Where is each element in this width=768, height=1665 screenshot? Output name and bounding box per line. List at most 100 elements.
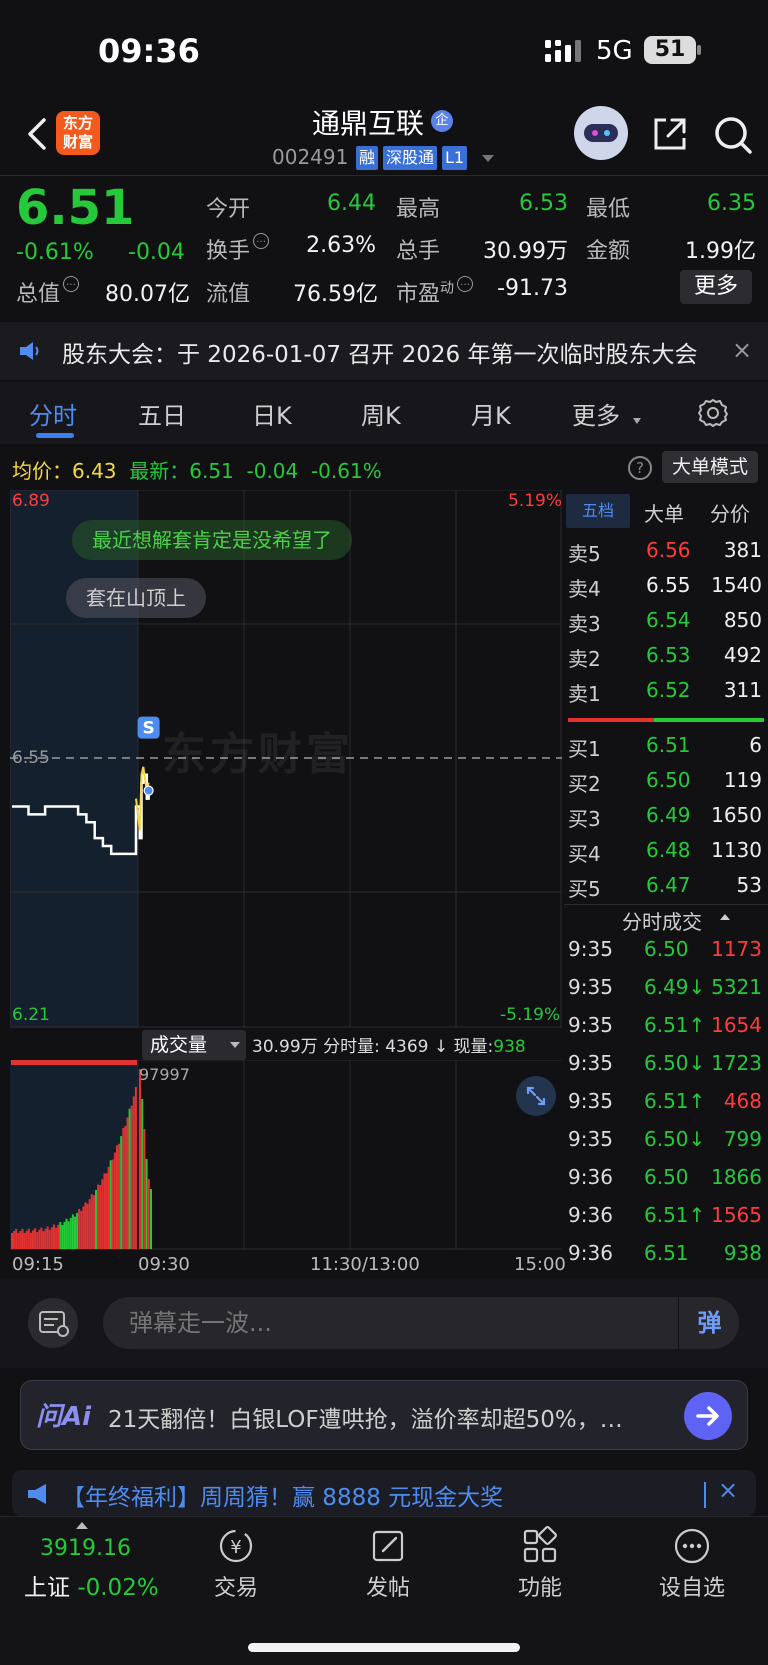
volume-bar — [17, 1233, 20, 1249]
danmaku-send-button[interactable]: 弹 — [678, 1297, 740, 1349]
help-icon[interactable]: ? — [628, 456, 652, 480]
battery-cap — [697, 45, 701, 55]
bid-volume: 53 — [736, 873, 762, 897]
caret-icon — [633, 418, 641, 424]
volume-value: 30.99万 — [483, 239, 568, 264]
volume-bar — [23, 1232, 26, 1249]
more-dots-icon[interactable] — [672, 1526, 712, 1566]
buy-ratio-bar — [654, 718, 764, 722]
ai-headline[interactable]: 21天翻倍！白银LOF遭哄抢，溢价率却超50%，… — [108, 1400, 668, 1434]
back-arrow-icon[interactable] — [22, 112, 52, 156]
trade-icon[interactable]: ¥ — [216, 1526, 256, 1566]
volume-bar — [46, 1226, 49, 1249]
change-amount: -0.04 — [128, 240, 185, 265]
tab-five-day[interactable]: 五日 — [138, 396, 186, 431]
nav-trade[interactable]: 交易 — [196, 1570, 276, 1602]
ticks-title[interactable]: 分时成交 — [622, 906, 702, 935]
pe-sup: 动 — [440, 280, 455, 297]
promo-text[interactable]: 【年终福利】周周猜！赢 8888 元现金大奖 — [62, 1478, 503, 1512]
tab-monthly-k[interactable]: 月K — [471, 396, 511, 431]
close-icon[interactable]: × — [718, 1476, 738, 1504]
open-value: 6.44 — [327, 191, 376, 216]
tick-time: 9:35 — [568, 1051, 613, 1075]
info-icon[interactable]: … — [63, 276, 80, 292]
danmaku-input[interactable] — [103, 1297, 739, 1349]
bid-label: 买2 — [568, 772, 601, 796]
current-price: 6.51 — [16, 180, 135, 236]
tab-more[interactable]: 更多 — [572, 396, 620, 431]
functions-grid-icon[interactable] — [520, 1526, 560, 1566]
volume-bar — [42, 1231, 45, 1249]
volume-bar — [76, 1212, 79, 1249]
tick-volume: 1173 — [711, 937, 762, 961]
more-button[interactable]: 更多 — [680, 270, 752, 304]
ask-label: 卖4 — [568, 577, 601, 601]
volume-bar — [50, 1227, 53, 1249]
tab-weekly-k[interactable]: 周K — [361, 396, 401, 431]
info-icon[interactable]: … — [457, 276, 474, 292]
volume-chart[interactable]: 97997 — [10, 1060, 562, 1250]
ask-volume: 1540 — [711, 573, 762, 597]
low-label: 最低 — [586, 197, 631, 222]
float-cap-label: 流值 — [206, 282, 251, 307]
volume-bar — [11, 1233, 13, 1249]
promo-divider — [704, 1482, 706, 1508]
y-axis-top: 6.89 — [12, 491, 50, 511]
search-icon[interactable] — [712, 114, 754, 156]
tick-time: 9:36 — [568, 1203, 613, 1227]
index-ticker[interactable]: 上证 -0.02% — [24, 1568, 159, 1602]
tick-row: 9:35 6.50↓ 799 — [568, 1123, 764, 1161]
expand-icon — [526, 1086, 546, 1106]
arrow-right-button[interactable] — [684, 1392, 732, 1440]
stock-name[interactable]: 通鼎互联 — [312, 102, 424, 142]
nav-post[interactable]: 发帖 — [348, 1570, 428, 1602]
s-marker-icon[interactable]: S — [137, 716, 160, 739]
bid-row: 买1 6.51 6 — [568, 729, 764, 764]
tick-price: 6.50↓ — [644, 1051, 706, 1075]
post-icon[interactable] — [368, 1526, 408, 1566]
volume-bar — [101, 1179, 104, 1249]
tab-big-orders[interactable]: 大单 — [644, 498, 684, 527]
volume-bar — [145, 1159, 148, 1249]
index-value[interactable]: 3919.16 — [40, 1536, 131, 1561]
tick-row: 9:36 6.51↑ 1565 — [568, 1199, 764, 1237]
volume-info: 30.99万 分时量: 4369 ↓ 现量:938 — [252, 1032, 526, 1057]
caret-up-icon[interactable] — [720, 914, 730, 920]
close-icon[interactable]: × — [732, 336, 752, 364]
nav-functions[interactable]: 功能 — [500, 1570, 580, 1602]
stock-code: 002491 — [272, 145, 349, 169]
volume-bar — [141, 1099, 144, 1249]
volume-bar — [48, 1229, 51, 1249]
info-icon[interactable]: … — [253, 233, 270, 249]
tab-price-distribution[interactable]: 分价 — [710, 498, 750, 527]
nav-add-watchlist[interactable]: 设自选 — [652, 1570, 732, 1602]
share-icon[interactable] — [650, 114, 690, 154]
big-order-mode-button[interactable]: 大单模式 — [662, 451, 758, 483]
latest-percent: -0.61% — [310, 459, 382, 483]
chevron-down-icon[interactable] — [230, 1042, 240, 1048]
tick-time: 9:35 — [568, 975, 613, 999]
tab-intraday[interactable]: 分时 — [29, 396, 77, 431]
volume-bar — [103, 1173, 106, 1249]
danmaku-settings-button[interactable] — [28, 1298, 78, 1348]
volume-bar — [126, 1117, 129, 1249]
enterprise-badge: 企 — [431, 110, 453, 132]
turnover-label: 换手… — [206, 233, 270, 265]
expand-chart-button[interactable] — [516, 1076, 556, 1116]
amount-value: 1.99亿 — [685, 239, 756, 264]
tab-daily-k[interactable]: 日K — [252, 396, 292, 431]
gear-icon[interactable] — [698, 398, 728, 428]
volume-bar — [38, 1229, 41, 1249]
announcement-text[interactable]: 股东大会：于 2026-01-07 召开 2026 年第一次临时股东大会 — [62, 335, 697, 369]
time-label-close: 15:00 — [514, 1254, 566, 1275]
ask-price: 6.55 — [646, 573, 691, 597]
tab-order-book[interactable]: 五档 — [566, 494, 630, 528]
tick-price: 6.51↑ — [644, 1013, 706, 1037]
fenshi-label: 分时量: — [323, 1037, 380, 1057]
bid-volume: 1130 — [711, 838, 762, 862]
auction-volume-strip — [11, 1060, 137, 1065]
volume-bar — [120, 1136, 123, 1249]
chevron-down-icon[interactable] — [482, 155, 494, 162]
cellular-signal-icon — [545, 40, 581, 62]
tick-volume: 1565 — [711, 1203, 762, 1227]
